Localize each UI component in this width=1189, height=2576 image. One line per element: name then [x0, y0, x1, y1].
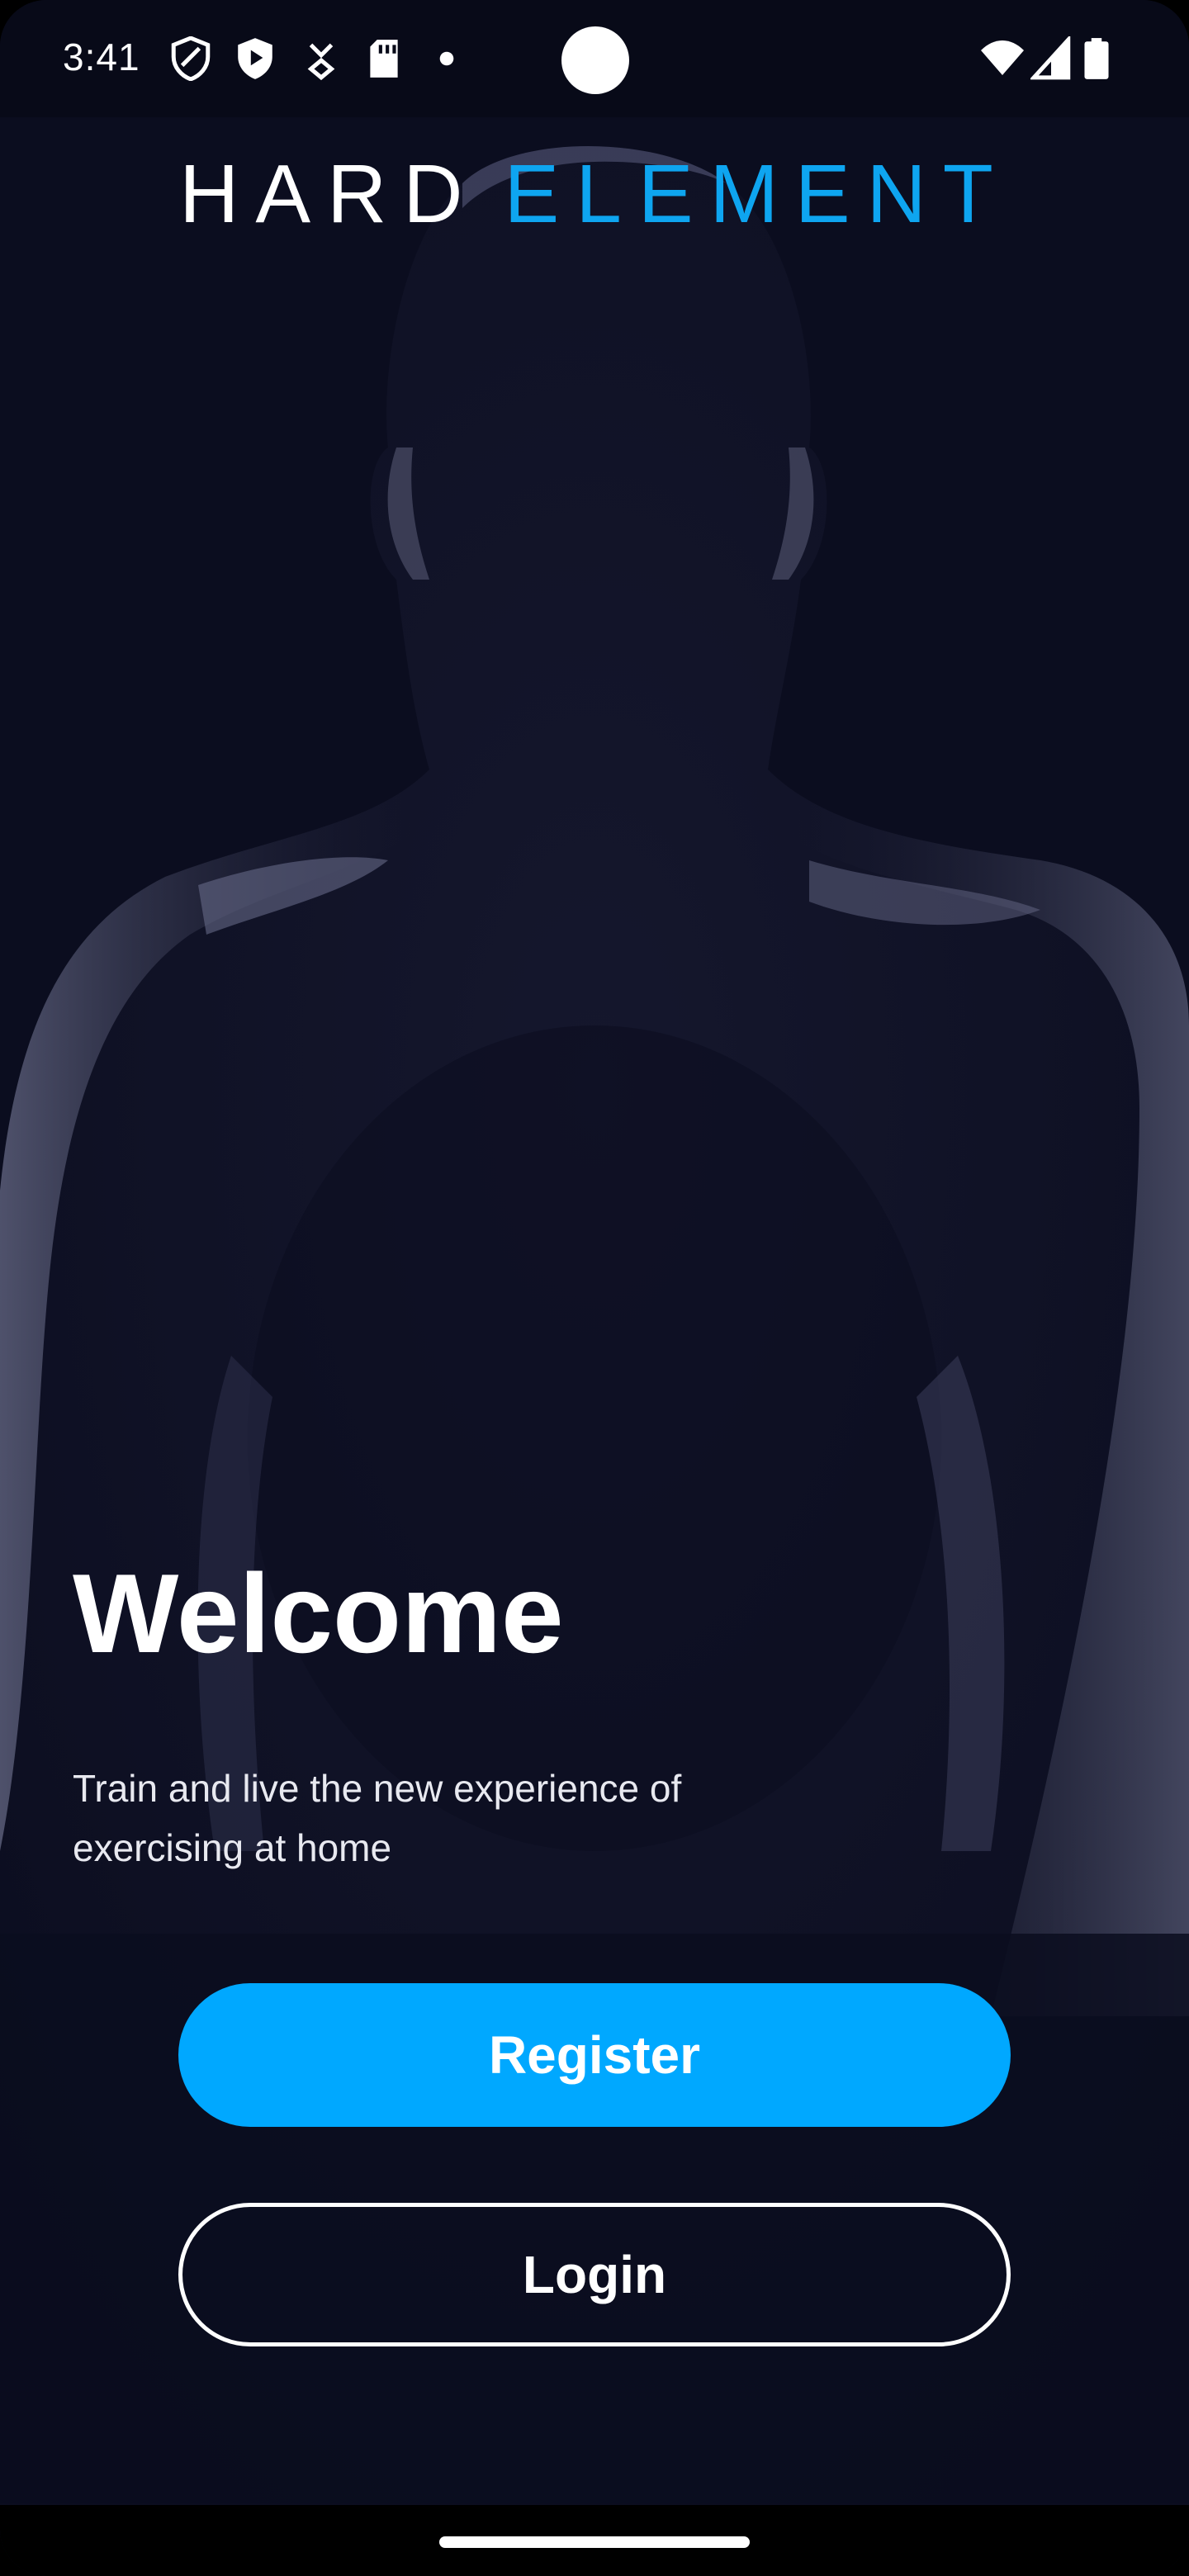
download-icon	[307, 43, 335, 81]
sd-card-icon	[370, 40, 398, 78]
shield-icon	[171, 36, 211, 81]
status-bar: 3:41	[0, 0, 1189, 117]
register-button[interactable]: Register	[178, 1983, 1011, 2127]
status-time: 3:41	[63, 36, 140, 78]
navigation-bar	[0, 2505, 1189, 2576]
camera-cutout	[561, 26, 629, 94]
login-button-label: Login	[522, 2245, 667, 2304]
signal-icon	[1030, 36, 1071, 80]
brand-element-text: ELEMENT	[504, 148, 1010, 240]
welcome-screen: 3:41 HARD ELEMENT Welcome Train and live…	[0, 0, 1189, 2576]
login-button[interactable]: Login	[178, 2203, 1011, 2346]
welcome-subtitle: Train and live the new experience of exe…	[73, 1767, 682, 1869]
notification-dot-icon	[439, 51, 454, 66]
register-button-label: Register	[488, 2025, 701, 2085]
battery-icon	[1084, 38, 1109, 79]
athlete-background-image	[0, 117, 1189, 2503]
welcome-title: Welcome	[73, 1551, 564, 1676]
brand-hard-text: HARD	[179, 148, 480, 240]
wifi-icon	[981, 40, 1024, 75]
brand-logo: HARD ELEMENT	[0, 147, 1189, 242]
play-protect-icon	[238, 38, 272, 79]
home-gesture-handle[interactable]	[439, 2536, 750, 2548]
